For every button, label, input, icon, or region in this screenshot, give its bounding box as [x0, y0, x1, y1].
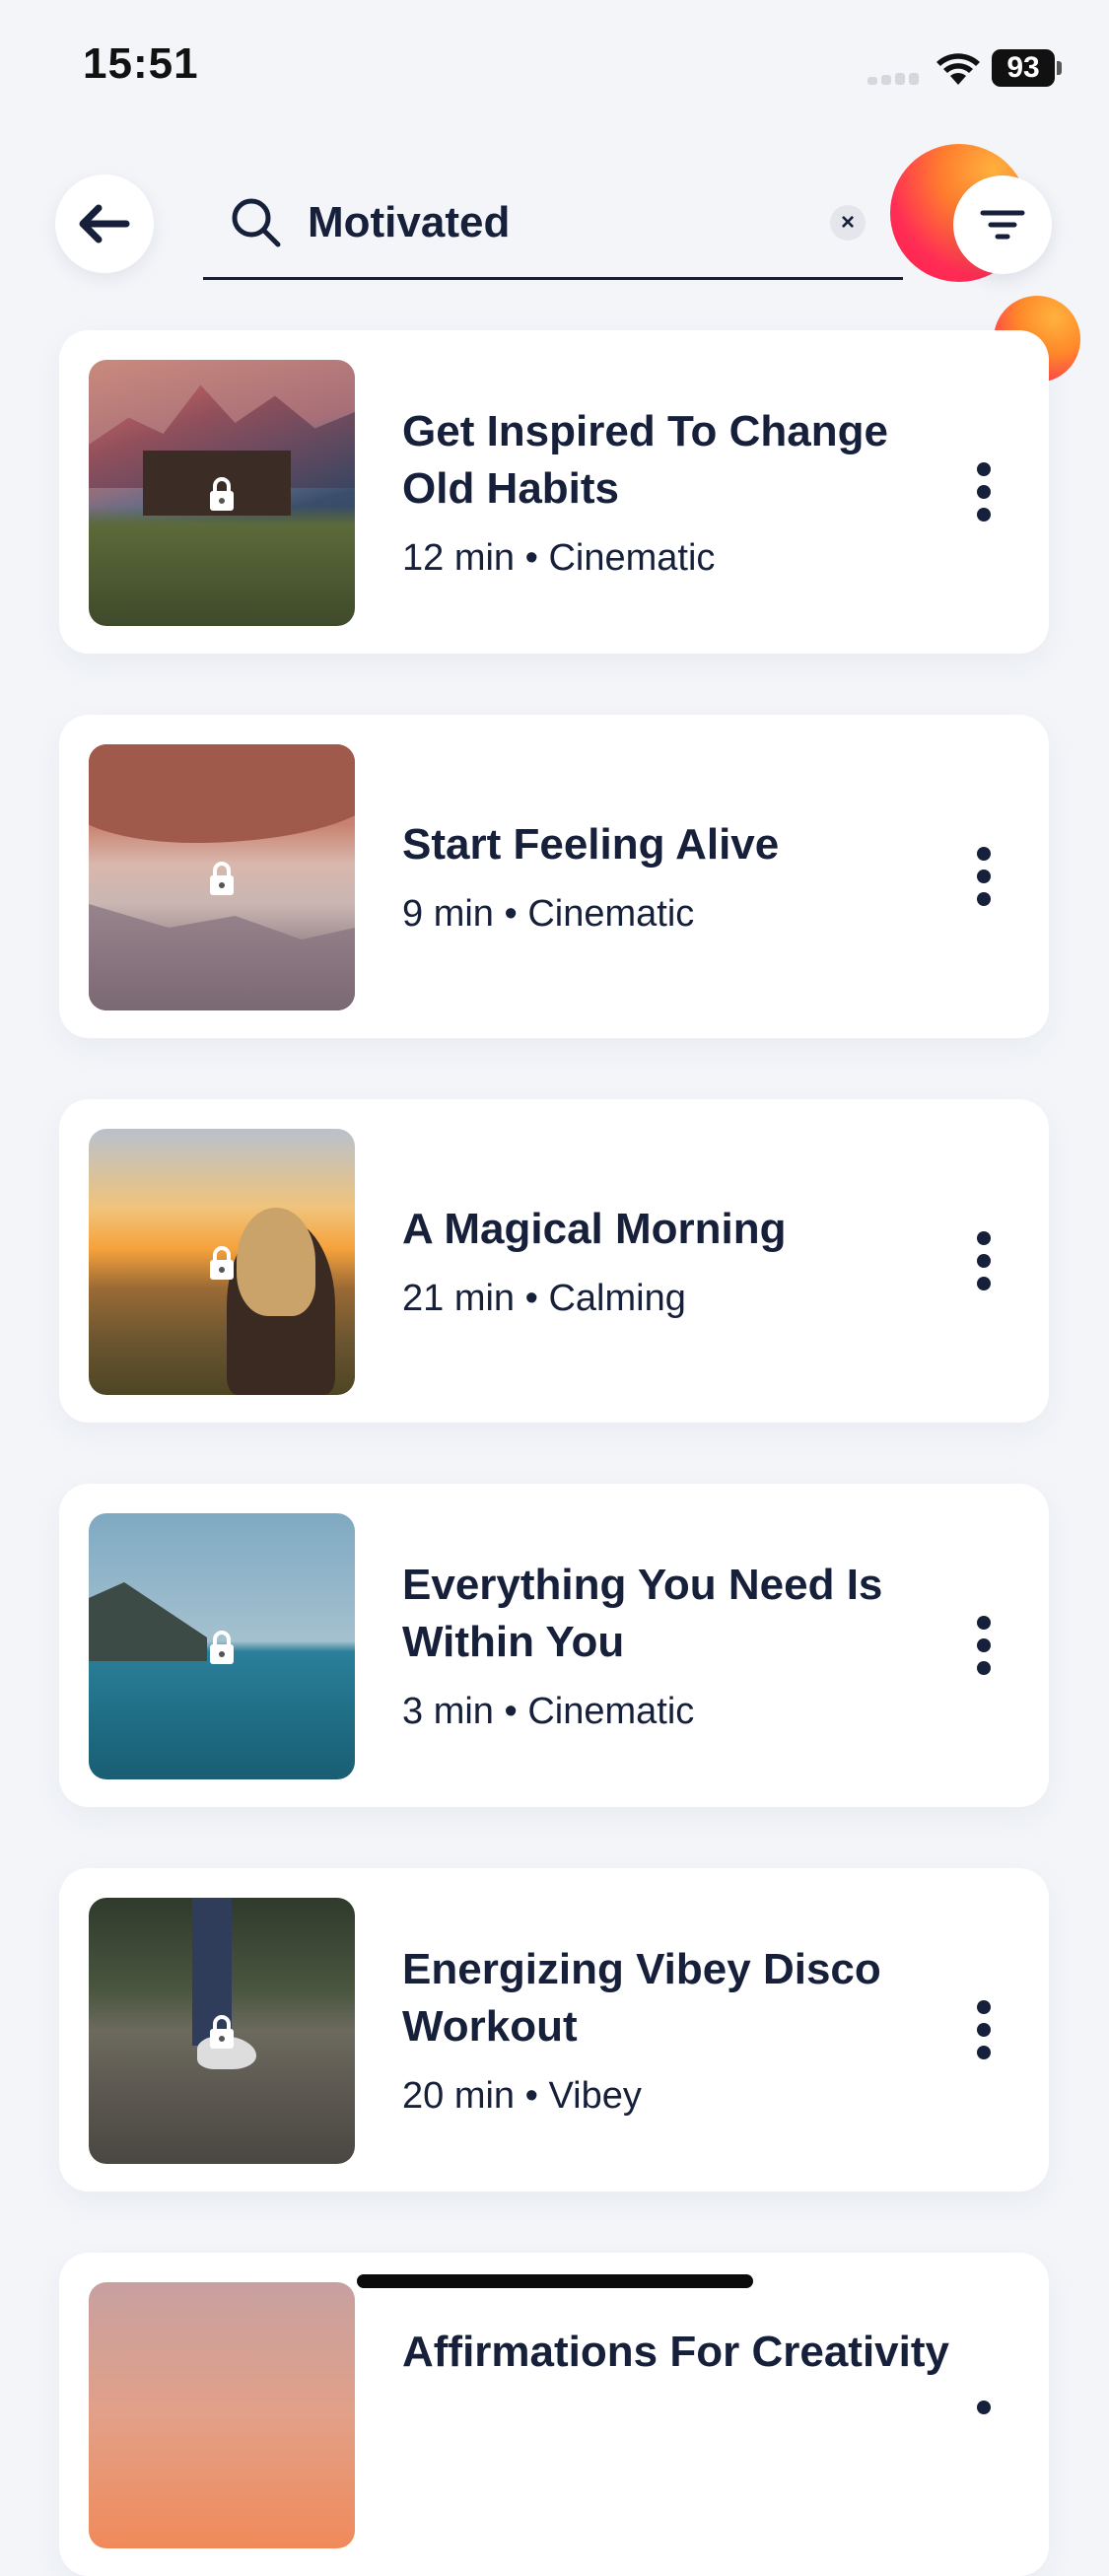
thumbnail	[89, 1898, 355, 2164]
more-options-button[interactable]	[966, 462, 1002, 522]
thumbnail	[89, 744, 355, 1010]
card-text: A Magical Morning 21 min • Calming	[402, 1099, 954, 1423]
thumbnail	[89, 360, 355, 626]
status-time: 15:51	[83, 39, 199, 88]
card-title: Affirmations For Creativity	[402, 2328, 949, 2376]
card-meta: 21 min • Calming	[402, 1278, 686, 1319]
search-input[interactable]	[308, 191, 820, 254]
cliff-shape	[89, 1582, 207, 1661]
battery-level: 93	[992, 49, 1055, 87]
card-title: Everything You Need Is Within You	[402, 1561, 883, 1666]
lock-icon	[210, 1631, 234, 1664]
card-title: Energizing Vibey Disco Workout	[402, 1945, 881, 2051]
wifi-icon	[936, 53, 980, 85]
card-title: Start Feeling Alive	[402, 820, 780, 869]
filter-icon	[980, 210, 1025, 240]
list-item[interactable]: Energizing Vibey Disco Workout 20 min • …	[59, 1868, 1049, 2192]
search-icon	[232, 198, 281, 247]
card-meta: 12 min • Cinematic	[402, 537, 716, 579]
rock-shape	[89, 904, 355, 1010]
card-text: Start Feeling Alive 9 min • Cinematic	[402, 715, 954, 1038]
back-button[interactable]	[55, 174, 154, 273]
thumbnail	[89, 1129, 355, 1395]
card-meta: 20 min • Vibey	[402, 2075, 642, 2117]
lock-icon	[210, 1246, 234, 1280]
card-text: Get Inspired To Change Old Habits 12 min…	[402, 330, 954, 654]
clear-search-button[interactable]: ×	[830, 205, 866, 241]
arrow-left-icon	[79, 204, 130, 244]
card-text: Energizing Vibey Disco Workout 20 min • …	[402, 1868, 954, 2192]
cellular-signal-icon	[867, 73, 927, 85]
rock-arch-shape	[89, 744, 355, 843]
hair-shape	[237, 1208, 315, 1316]
status-bar: 15:51 93	[0, 0, 1109, 138]
filter-button[interactable]	[953, 175, 1052, 274]
card-text: Affirmations For Creativity	[402, 2253, 954, 2576]
card-meta: 3 min • Cinematic	[402, 1691, 695, 1732]
lock-icon	[210, 862, 234, 895]
thumbnail	[89, 2282, 355, 2548]
more-options-button[interactable]	[966, 2401, 1002, 2460]
more-options-button[interactable]	[966, 2000, 1002, 2059]
search-bar: ×	[203, 177, 903, 280]
lock-icon	[210, 477, 234, 511]
more-options-button[interactable]	[966, 1231, 1002, 1290]
list-item[interactable]: A Magical Morning 21 min • Calming	[59, 1099, 1049, 1423]
list-item[interactable]: Start Feeling Alive 9 min • Cinematic	[59, 715, 1049, 1038]
more-options-button[interactable]	[966, 847, 1002, 906]
list-item[interactable]: Affirmations For Creativity	[59, 2253, 1049, 2576]
thumbnail	[89, 1513, 355, 1779]
more-options-button[interactable]	[966, 1616, 1002, 1675]
battery-cap	[1057, 61, 1062, 75]
home-indicator	[357, 2274, 753, 2288]
card-meta: 9 min • Cinematic	[402, 893, 695, 935]
close-icon: ×	[840, 209, 855, 236]
list-item[interactable]: Get Inspired To Change Old Habits 12 min…	[59, 330, 1049, 654]
lock-icon	[210, 2015, 234, 2049]
card-title: A Magical Morning	[402, 1205, 787, 1253]
card-text: Everything You Need Is Within You 3 min …	[402, 1484, 954, 1807]
card-title: Get Inspired To Change Old Habits	[402, 407, 889, 513]
list-item[interactable]: Everything You Need Is Within You 3 min …	[59, 1484, 1049, 1807]
